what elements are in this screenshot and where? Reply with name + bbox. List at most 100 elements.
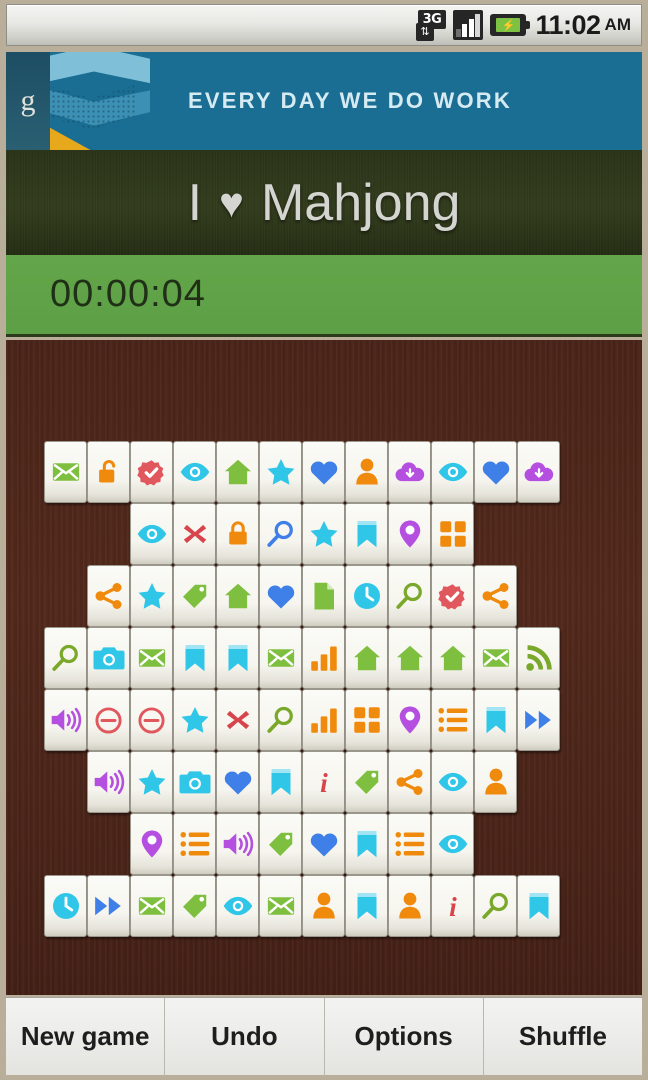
mahjong-tile[interactable]: i xyxy=(431,875,474,937)
mahjong-tile[interactable] xyxy=(345,751,388,813)
mahjong-tile[interactable] xyxy=(87,875,130,937)
mahjong-tile[interactable] xyxy=(388,751,431,813)
mahjong-tile[interactable] xyxy=(302,813,345,875)
person-icon xyxy=(397,891,423,921)
mahjong-tile[interactable] xyxy=(130,627,173,689)
mahjong-tile[interactable] xyxy=(388,627,431,689)
mahjong-tile[interactable] xyxy=(431,565,474,627)
mahjong-tile[interactable] xyxy=(87,627,130,689)
mahjong-tile[interactable] xyxy=(431,751,474,813)
mahjong-tile[interactable] xyxy=(474,565,517,627)
mahjong-tile[interactable] xyxy=(259,751,302,813)
toolbar-button-undo[interactable]: Undo xyxy=(165,998,325,1075)
mahjong-tile[interactable] xyxy=(431,689,474,751)
mahjong-tile[interactable] xyxy=(388,441,431,503)
mahjong-tile[interactable] xyxy=(173,503,216,565)
toolbar-button-shuffle[interactable]: Shuffle xyxy=(483,998,642,1075)
mahjong-tile[interactable] xyxy=(44,441,87,503)
mahjong-tile[interactable] xyxy=(173,875,216,937)
mahjong-tile[interactable] xyxy=(216,813,259,875)
mahjong-tile[interactable] xyxy=(474,441,517,503)
mahjong-tile[interactable] xyxy=(345,441,388,503)
mahjong-tile[interactable] xyxy=(216,751,259,813)
status-clock: 11:02 xyxy=(535,9,601,40)
mahjong-tile[interactable] xyxy=(345,565,388,627)
mahjong-tile[interactable] xyxy=(302,565,345,627)
mahjong-tile[interactable] xyxy=(130,441,173,503)
mahjong-tile[interactable] xyxy=(216,503,259,565)
mahjong-tile[interactable] xyxy=(259,813,302,875)
mahjong-tile[interactable] xyxy=(517,441,560,503)
mahjong-tile[interactable] xyxy=(474,689,517,751)
mahjong-tile[interactable] xyxy=(517,627,560,689)
mahjong-tile[interactable] xyxy=(302,689,345,751)
mahjong-tile[interactable] xyxy=(474,627,517,689)
mahjong-tile[interactable] xyxy=(302,875,345,937)
eye-icon xyxy=(222,891,254,921)
mahjong-tile[interactable] xyxy=(388,813,431,875)
mahjong-tile[interactable] xyxy=(388,875,431,937)
mahjong-tile[interactable] xyxy=(431,441,474,503)
mahjong-tile[interactable] xyxy=(173,689,216,751)
ad-banner[interactable]: g EVERY DAY WE DO WORK xyxy=(6,52,642,150)
mahjong-tile[interactable] xyxy=(302,627,345,689)
mahjong-tile[interactable] xyxy=(345,813,388,875)
mahjong-tile[interactable] xyxy=(173,441,216,503)
mahjong-tile[interactable] xyxy=(130,565,173,627)
mahjong-tile[interactable] xyxy=(474,875,517,937)
person-icon xyxy=(354,457,380,487)
mahjong-tile[interactable] xyxy=(216,689,259,751)
mahjong-tile[interactable] xyxy=(259,689,302,751)
mahjong-tile[interactable] xyxy=(517,875,560,937)
mahjong-tile[interactable] xyxy=(345,627,388,689)
mahjong-tile[interactable] xyxy=(388,503,431,565)
ad-logo-letter: g xyxy=(20,84,36,117)
mahjong-board[interactable]: ii xyxy=(6,340,642,995)
bookmark-icon xyxy=(355,829,379,859)
mahjong-tile[interactable] xyxy=(302,503,345,565)
mahjong-tile[interactable] xyxy=(216,875,259,937)
mahjong-tile[interactable] xyxy=(345,875,388,937)
mahjong-tile[interactable] xyxy=(345,503,388,565)
mahjong-tile[interactable] xyxy=(388,565,431,627)
heart-icon xyxy=(223,768,253,796)
magnifier-icon xyxy=(266,705,296,735)
mahjong-tile[interactable] xyxy=(216,627,259,689)
mahjong-tile[interactable] xyxy=(173,627,216,689)
info-icon: i xyxy=(313,767,335,797)
mahjong-tile[interactable] xyxy=(431,813,474,875)
mahjong-tile[interactable] xyxy=(431,627,474,689)
mahjong-tile[interactable] xyxy=(517,689,560,751)
mahjong-tile[interactable] xyxy=(130,751,173,813)
mahjong-tile[interactable] xyxy=(259,565,302,627)
mahjong-tile[interactable]: i xyxy=(302,751,345,813)
toolbar-button-new-game[interactable]: New game xyxy=(6,998,166,1075)
mahjong-tile[interactable] xyxy=(44,875,87,937)
mahjong-tile[interactable] xyxy=(130,503,173,565)
mahjong-tile[interactable] xyxy=(44,627,87,689)
mahjong-tile[interactable] xyxy=(173,565,216,627)
mahjong-tile[interactable] xyxy=(216,565,259,627)
mahjong-tile[interactable] xyxy=(130,689,173,751)
mahjong-tile[interactable] xyxy=(173,813,216,875)
toolbar-button-options[interactable]: Options xyxy=(324,998,484,1075)
mahjong-tile[interactable] xyxy=(130,813,173,875)
mahjong-tile[interactable] xyxy=(173,751,216,813)
mahjong-tile[interactable] xyxy=(259,503,302,565)
mahjong-tile[interactable] xyxy=(345,689,388,751)
mahjong-tile[interactable] xyxy=(44,689,87,751)
camera-icon xyxy=(92,645,125,671)
mahjong-tile[interactable] xyxy=(474,751,517,813)
mahjong-tile[interactable] xyxy=(87,441,130,503)
mahjong-tile[interactable] xyxy=(87,565,130,627)
mahjong-tile[interactable] xyxy=(259,627,302,689)
mahjong-tile[interactable] xyxy=(431,503,474,565)
mahjong-tile[interactable] xyxy=(87,751,130,813)
mahjong-tile[interactable] xyxy=(302,441,345,503)
mahjong-tile[interactable] xyxy=(259,875,302,937)
mahjong-tile[interactable] xyxy=(130,875,173,937)
mahjong-tile[interactable] xyxy=(216,441,259,503)
mahjong-tile[interactable] xyxy=(388,689,431,751)
mahjong-tile[interactable] xyxy=(259,441,302,503)
mahjong-tile[interactable] xyxy=(87,689,130,751)
